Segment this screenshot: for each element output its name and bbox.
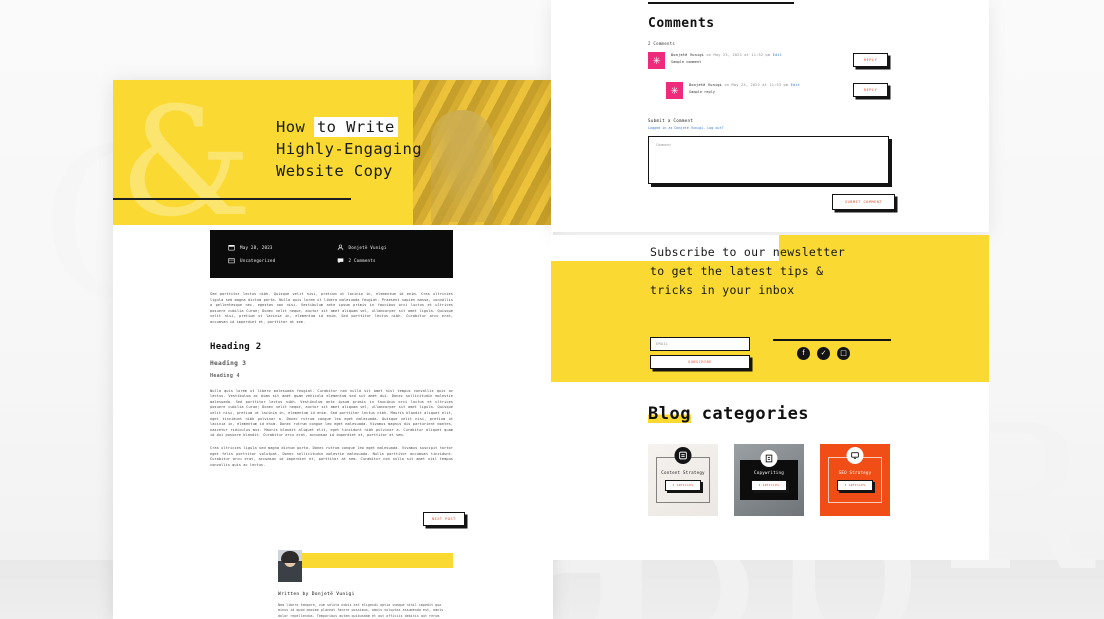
instagram-icon[interactable]: □ <box>837 347 850 360</box>
reply-button[interactable]: REPLY <box>853 83 889 97</box>
comment-timestamp: on May 23, 2023 at 11:53 pm <box>722 83 791 87</box>
section-divider <box>648 2 794 4</box>
hero-title-line3: Website Copy <box>276 162 393 180</box>
next-post-button[interactable]: NEXT POST <box>423 512 465 526</box>
meta-date: May 28, 2023 <box>228 244 327 251</box>
meta-author: Donjetë Vunigi <box>337 244 436 251</box>
hero-title-line2: Highly-Engaging <box>276 140 422 158</box>
category-articles-button[interactable]: 2 ARTICLES <box>750 479 788 491</box>
author-bio-text: Nam libero tempore, cum soluta nobis est… <box>278 603 444 618</box>
comment-body: Donjetë Vunigi on May 23, 2023 at 11:52 … <box>671 52 782 69</box>
author-name: Written by Donjetë Vunigi <box>278 592 355 597</box>
article-body-1: Nulla quis lorem ut libero malesuada feu… <box>210 388 453 438</box>
category-badge <box>674 447 692 464</box>
hero-divider <box>113 198 351 200</box>
meta-comments-label: 2 Comments <box>348 258 376 263</box>
comment-textarea[interactable]: Comment <box>648 136 889 184</box>
newsletter-line3: tricks in your inbox <box>650 283 795 297</box>
newsletter-headline: Subscribe to our newsletter to get the l… <box>650 243 950 300</box>
calendar-icon <box>228 245 235 251</box>
comment-item: ✳ Donjetë Vunigi on May 23, 2023 at 11:5… <box>648 52 782 69</box>
newsletter-divider <box>773 339 891 341</box>
newsletter-email-input[interactable]: EMAIL <box>650 337 750 351</box>
category-name: SEO Strategy <box>838 469 872 475</box>
comment-author: Donjetë Vunigi <box>689 83 723 87</box>
twitter-icon[interactable]: ✓ <box>817 347 830 360</box>
post-meta-bar: May 28, 2023 Donjetë Vunigi Uncategorize… <box>210 230 453 278</box>
comment-body: Donjetë Vunigi on May 23, 2023 at 11:53 … <box>689 82 800 99</box>
newsletter-line2: to get the latest tips & <box>650 264 824 278</box>
comment-author: Donjetë Vunigi <box>671 53 705 57</box>
comment-bubble-icon <box>337 258 343 264</box>
article-intro: Sed porttitor lectus nibh. Quisque velit… <box>210 292 453 324</box>
hero-title: How to Write Highly-Engaging Website Cop… <box>276 116 546 182</box>
category-badge <box>846 447 864 464</box>
newsletter-subscribe-button[interactable]: SUBSCRIBE <box>650 355 750 369</box>
author-header <box>278 550 453 582</box>
folder-icon <box>228 258 235 264</box>
blog-post-page-preview: & How to Write Highly-Engaging Website C… <box>113 80 553 619</box>
monitor-icon <box>851 452 859 459</box>
submit-comment-button[interactable]: SUBMIT COMMENT <box>832 194 895 210</box>
meta-date-label: May 28, 2023 <box>240 245 273 250</box>
comment-text: Sample reply <box>689 90 715 94</box>
meta-category: Uncategorized <box>228 257 327 264</box>
screenshot-stage: Cc Aa Bb Ro & How to Write Highly-Engagi… <box>0 0 1104 619</box>
reply-button[interactable]: REPLY <box>853 53 889 67</box>
article-body-2: Cras ultricies ligula sed magna dictum p… <box>210 445 453 467</box>
author-accent-bar <box>302 553 453 568</box>
meta-category-label: Uncategorized <box>240 258 276 263</box>
category-card-frame: SEO Strategy 2 ARTICLES <box>828 447 882 503</box>
category-card[interactable]: Content Strategy 2 ARTICLES <box>648 444 718 516</box>
meta-comments: 2 Comments <box>337 257 436 264</box>
categories-heading-highlight: Blog <box>648 404 691 424</box>
category-card[interactable]: Copywriting 2 ARTICLES <box>734 444 804 516</box>
categories-grid: Content Strategy 2 ARTICLES Copywriting … <box>648 444 890 516</box>
comments-count: 2 Comments <box>648 41 676 46</box>
facebook-icon[interactable]: f <box>797 347 810 360</box>
category-articles-button[interactable]: 2 ARTICLES <box>836 479 874 491</box>
category-name: Content Strategy <box>661 469 705 475</box>
avatar: ✳ <box>666 82 683 99</box>
categories-heading: Blog categories <box>648 404 809 424</box>
newsletter-section: Subscribe to our newsletter to get the l… <box>551 235 989 382</box>
user-icon <box>337 244 343 251</box>
pen-icon <box>765 454 773 463</box>
article-heading-4: Heading 4 <box>210 372 240 379</box>
meta-author-label: Donjetë Vunigi <box>348 245 387 250</box>
avatar: ✳ <box>648 52 665 69</box>
categories-heading-rest: categories <box>690 404 810 424</box>
category-card-frame: Content Strategy 2 ARTICLES <box>656 447 710 503</box>
comment-edit-link[interactable]: Edit <box>791 83 800 87</box>
article-heading-3: Heading 3 <box>210 359 247 367</box>
category-name: Copywriting <box>754 469 784 475</box>
hero-title-line1-highlight: to Write <box>313 117 398 137</box>
article-body: Sed porttitor lectus nibh. Quisque velit… <box>210 292 453 468</box>
blog-categories-section: Blog categories Content Strategy 2 ARTIC… <box>551 382 989 560</box>
comments-heading: Comments <box>648 16 715 31</box>
comment-header: Donjetë Vunigi on May 23, 2023 at 11:53 … <box>689 83 800 87</box>
category-card-frame: Copywriting 2 ARTICLES <box>740 450 798 500</box>
comment-text: Sample comment <box>671 60 702 64</box>
category-articles-button[interactable]: 2 ARTICLES <box>664 479 702 491</box>
ampersand-decoration: & <box>119 80 253 225</box>
newsletter-line1: Subscribe to our newsletter <box>650 245 846 259</box>
comment-form-title: Submit a Comment <box>648 118 694 123</box>
author-avatar <box>278 550 302 582</box>
comment-form-login-note[interactable]: Logged in as Donjetë Vunigi. Log out? <box>648 126 724 130</box>
comments-page-preview: Comments 2 Comments ✳ Donjetë Vunigi on … <box>551 0 989 232</box>
social-links: f ✓ □ <box>797 347 850 360</box>
category-card[interactable]: SEO Strategy 2 ARTICLES <box>820 444 890 516</box>
category-badge <box>760 450 778 467</box>
document-icon <box>679 451 687 460</box>
comment-timestamp: on May 23, 2023 at 11:52 pm <box>704 53 773 57</box>
hero-banner: & How to Write Highly-Engaging Website C… <box>113 80 553 225</box>
article-heading-2: Heading 2 <box>210 341 262 352</box>
author-bio-box: Written by Donjetë Vunigi Nam libero tem… <box>278 550 453 619</box>
comment-edit-link[interactable]: Edit <box>773 53 782 57</box>
comment-reply-item: ✳ Donjetë Vunigi on May 23, 2023 at 11:5… <box>666 82 800 99</box>
hero-title-line1-a: How <box>276 118 315 136</box>
comment-header: Donjetë Vunigi on May 23, 2023 at 11:52 … <box>671 53 782 57</box>
